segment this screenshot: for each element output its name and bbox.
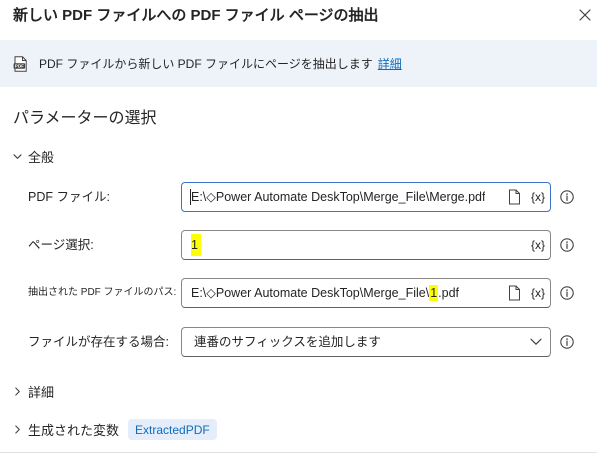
info-icon-glyph — [560, 335, 574, 349]
if-file-exists-row: ファイルが存在する場合: 連番のサフィックスを追加します — [0, 327, 597, 357]
info-icon[interactable] — [560, 238, 574, 252]
extract-pdf-pages-dialog: 新しい PDF ファイルへの PDF ファイル ページの抽出 PDF PDF フ… — [0, 0, 597, 462]
generated-variables-toggle[interactable]: 生成された変数 ExtractedPDF — [13, 419, 217, 440]
variable-badge[interactable]: ExtractedPDF — [128, 419, 217, 440]
insert-variable-button[interactable]: {x} — [530, 188, 546, 206]
info-icon[interactable] — [560, 286, 574, 300]
chevron-down-icon — [530, 338, 542, 345]
advanced-section-label: 詳細 — [28, 385, 55, 400]
banner-description: PDF ファイルから新しい PDF ファイルにページを抽出します — [39, 57, 373, 71]
insert-variable-button[interactable]: {x} — [530, 284, 546, 302]
if-file-exists-dropdown[interactable]: 連番のサフィックスを追加します — [181, 327, 551, 357]
pdf-file-input[interactable]: E:\◇Power Automate DeskTop\Merge_File\Me… — [181, 182, 551, 212]
info-icon[interactable] — [560, 190, 574, 204]
general-section-toggle[interactable]: 全般 — [13, 146, 54, 167]
info-banner: PDF PDF ファイルから新しい PDF ファイルにページを抽出します 詳細 — [0, 40, 597, 87]
chevron-right-icon — [15, 387, 20, 396]
close-icon — [579, 9, 591, 21]
chevron-down-icon — [13, 154, 22, 159]
learn-more-link[interactable]: 詳細 — [378, 55, 402, 72]
parameters-heading: パラメーターの選択 — [13, 110, 157, 127]
extracted-pdf-path-input-actions: {x} — [501, 284, 546, 302]
chevron-right-icon — [15, 425, 20, 434]
page-selection-input[interactable]: 1 {x} — [181, 230, 551, 260]
pdf-icon-label: PDF — [15, 63, 24, 68]
info-icon-glyph — [560, 238, 574, 252]
extracted-pdf-path-label: 抽出された PDF ファイルのパス: — [28, 287, 177, 298]
extracted-pdf-path-value: E:\◇Power Automate DeskTop\Merge_File\1.… — [191, 279, 459, 307]
dialog-title: 新しい PDF ファイルへの PDF ファイル ページの抽出 — [13, 7, 379, 24]
pdf-file-label: PDF ファイル: — [28, 190, 110, 204]
path-prefix: E:\◇Power Automate DeskTop\Merge_File\ — [191, 286, 430, 300]
page-selection-value: 1 — [191, 234, 201, 256]
page-selection-value-wrap: 1 — [191, 231, 201, 259]
pdf-file-value: E:\◇Power Automate DeskTop\Merge_File\Me… — [191, 190, 486, 204]
pdf-file-icon: PDF — [13, 55, 27, 72]
browse-file-button[interactable] — [507, 188, 523, 206]
browse-file-button[interactable] — [507, 284, 523, 302]
info-icon-glyph — [560, 286, 574, 300]
path-suffix: .pdf — [438, 286, 460, 300]
close-button[interactable] — [577, 7, 593, 23]
file-icon — [509, 189, 521, 205]
path-highlighted-part: 1 — [429, 285, 439, 301]
page-selection-input-actions: {x} — [524, 236, 546, 254]
page-selection-row: ページ選択: 1 {x} — [0, 230, 597, 260]
page-selection-label: ページ選択: — [28, 238, 94, 252]
if-file-exists-selected: 連番のサフィックスを追加します — [194, 335, 381, 349]
extracted-pdf-path-row: 抽出された PDF ファイルのパス: E:\◇Power Automate De… — [0, 278, 597, 308]
info-icon[interactable] — [560, 335, 574, 349]
file-icon — [509, 285, 521, 301]
info-icon-glyph — [560, 190, 574, 204]
extracted-pdf-path-input[interactable]: E:\◇Power Automate DeskTop\Merge_File\1.… — [181, 278, 551, 308]
footer-divider — [0, 452, 597, 453]
advanced-section-toggle[interactable]: 詳細 — [13, 381, 54, 402]
if-file-exists-label: ファイルが存在する場合: — [28, 335, 169, 349]
generated-variables-label: 生成された変数 — [28, 423, 120, 438]
insert-variable-button[interactable]: {x} — [530, 236, 546, 254]
text-caret — [190, 189, 191, 205]
general-section-label: 全般 — [28, 150, 55, 165]
pdf-file-input-actions: {x} — [501, 188, 546, 206]
pdf-file-row: PDF ファイル: E:\◇Power Automate DeskTop\Mer… — [0, 182, 597, 212]
